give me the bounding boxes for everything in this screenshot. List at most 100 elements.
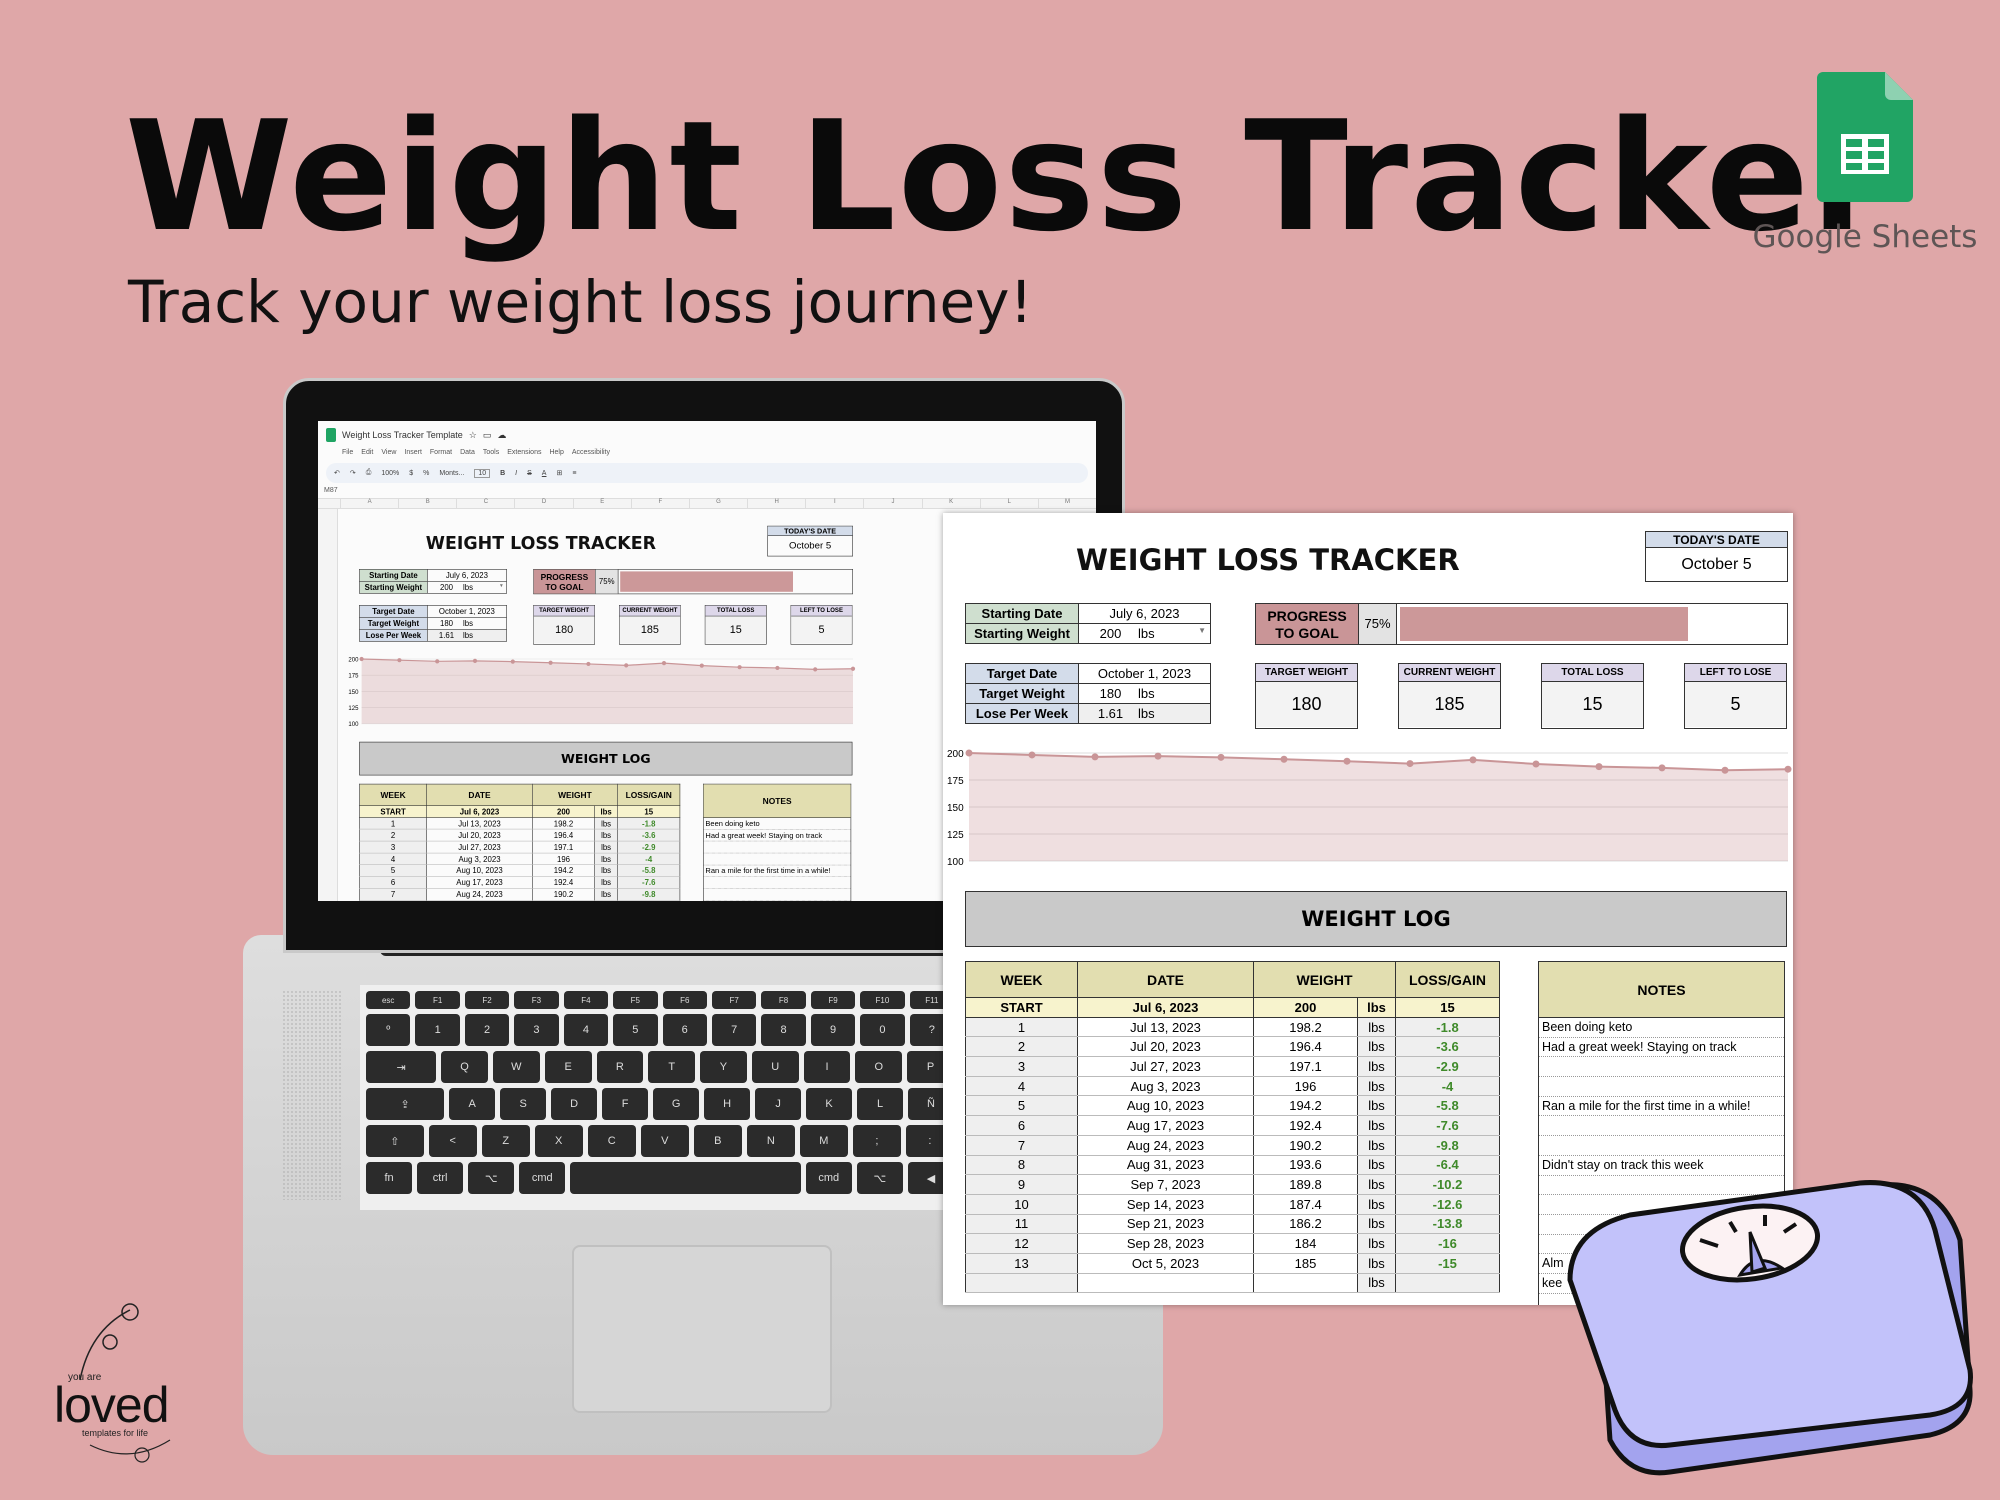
data-point[interactable] <box>359 656 364 662</box>
column-header[interactable]: B <box>398 499 456 508</box>
todays-date-value[interactable]: October 5 <box>768 536 853 556</box>
data-point[interactable] <box>586 661 591 667</box>
note-row[interactable] <box>1539 1077 1784 1097</box>
column-header[interactable]: C <box>456 499 514 508</box>
log-date[interactable]: Aug 17, 2023 <box>426 876 533 889</box>
log-weight[interactable]: 190.2 <box>1253 1135 1358 1156</box>
zoom-select[interactable]: 100% <box>381 470 399 477</box>
log-date[interactable]: Sep 7, 2023 <box>1077 1174 1254 1195</box>
data-point[interactable] <box>397 658 402 663</box>
log-date[interactable] <box>1077 1273 1254 1294</box>
log-date[interactable]: Aug 31, 2023 <box>426 900 533 901</box>
log-date[interactable]: Aug 10, 2023 <box>1077 1095 1254 1117</box>
log-date[interactable]: Sep 14, 2023 <box>1077 1194 1254 1215</box>
log-weight[interactable]: 190.2 <box>531 888 596 901</box>
log-weight[interactable]: 186.2 <box>1253 1214 1358 1235</box>
data-point[interactable] <box>510 659 515 664</box>
data-point[interactable] <box>1721 766 1729 774</box>
log-date[interactable]: Aug 17, 2023 <box>1077 1115 1254 1136</box>
log-date[interactable]: Jul 13, 2023 <box>1077 1017 1254 1038</box>
data-point[interactable] <box>624 663 629 668</box>
log-weight[interactable]: 196 <box>1253 1076 1358 1097</box>
log-date[interactable]: Sep 28, 2023 <box>1077 1233 1254 1254</box>
column-header[interactable]: F <box>630 499 689 508</box>
align-icon[interactable]: ≡ <box>572 470 576 477</box>
target-date-input[interactable]: October 1, 2023 <box>426 604 507 618</box>
log-weight[interactable]: 197.1 <box>1253 1056 1358 1077</box>
log-weight[interactable]: 192.4 <box>1253 1115 1358 1136</box>
todays-date-value[interactable]: October 5 <box>1646 548 1787 581</box>
data-point[interactable] <box>435 659 440 664</box>
folder-icon[interactable]: ▭ <box>483 430 492 441</box>
log-date[interactable]: Sep 21, 2023 <box>1077 1214 1254 1235</box>
undo-icon[interactable]: ↶ <box>334 469 340 477</box>
log-weight[interactable]: 194.2 <box>531 864 596 877</box>
target-weight-input[interactable]: 180 lbs <box>1078 683 1211 704</box>
menu-help[interactable]: Help <box>549 449 563 459</box>
data-point[interactable] <box>1532 760 1540 768</box>
data-point[interactable] <box>699 663 704 668</box>
text-color-icon[interactable]: A <box>542 470 547 477</box>
log-weight[interactable]: 196.4 <box>531 829 596 842</box>
menu-extensions[interactable]: Extensions <box>507 449 541 459</box>
column-header[interactable]: H <box>747 499 805 508</box>
log-weight[interactable]: 197.1 <box>531 841 596 854</box>
note-row[interactable]: Been doing keto <box>1539 1018 1784 1038</box>
log-weight[interactable]: 189.8 <box>1253 1174 1358 1195</box>
note-row[interactable] <box>1539 1116 1784 1137</box>
data-point[interactable] <box>1343 757 1351 765</box>
log-weight[interactable] <box>1253 1273 1358 1294</box>
data-point[interactable] <box>737 665 742 670</box>
log-weight[interactable]: 193.6 <box>1253 1155 1358 1176</box>
log-weight[interactable]: 192.4 <box>531 876 596 889</box>
data-point[interactable] <box>1154 752 1162 760</box>
log-weight[interactable]: 198.2 <box>1253 1017 1358 1038</box>
menu-file[interactable]: File <box>342 449 353 459</box>
starting-date-input[interactable]: July 6, 2023 <box>426 568 507 582</box>
percent-icon[interactable]: % <box>423 470 429 477</box>
cloud-icon[interactable]: ☁ <box>497 430 506 441</box>
log-weight[interactable]: 185 <box>1253 1253 1358 1274</box>
doc-title[interactable]: Weight Loss Tracker Template <box>342 430 463 440</box>
log-weight[interactable]: 196.4 <box>1253 1036 1358 1058</box>
redo-icon[interactable]: ↷ <box>350 469 356 477</box>
strikethrough-icon[interactable]: S <box>527 470 532 477</box>
menu-tools[interactable]: Tools <box>483 449 499 459</box>
column-header[interactable]: D <box>514 499 572 508</box>
starting-weight-input[interactable]: 200 lbs ▼ <box>1078 623 1211 644</box>
log-weight[interactable]: 194.2 <box>1253 1095 1358 1117</box>
print-icon[interactable]: ⎙ <box>366 469 372 477</box>
column-header[interactable]: A <box>340 499 398 508</box>
log-date[interactable]: Jul 20, 2023 <box>426 829 533 842</box>
log-date[interactable]: Jul 27, 2023 <box>1077 1056 1254 1077</box>
note-row[interactable] <box>703 889 851 901</box>
menu-view[interactable]: View <box>381 449 396 459</box>
column-header[interactable]: I <box>805 499 863 508</box>
data-point[interactable] <box>1280 755 1288 763</box>
column-header[interactable]: G <box>688 499 747 508</box>
data-point[interactable] <box>1469 756 1477 764</box>
font-size-input[interactable]: 10 <box>474 468 491 478</box>
menu-insert[interactable]: Insert <box>404 449 422 459</box>
column-header[interactable]: L <box>979 499 1038 508</box>
data-point[interactable] <box>775 665 780 671</box>
data-point[interactable] <box>1028 751 1036 759</box>
log-date[interactable]: Aug 3, 2023 <box>426 852 533 866</box>
column-header[interactable]: J <box>863 499 921 508</box>
data-point[interactable] <box>1406 760 1414 768</box>
data-point[interactable] <box>472 658 478 663</box>
data-point[interactable] <box>1091 753 1099 761</box>
note-row[interactable] <box>1539 1136 1784 1156</box>
data-point[interactable] <box>548 660 553 665</box>
menu-data[interactable]: Data <box>460 449 475 459</box>
note-row[interactable]: Ran a mile for the first time in a while… <box>1539 1097 1784 1117</box>
note-row[interactable] <box>703 853 851 866</box>
borders-icon[interactable]: ⊞ <box>556 469 562 477</box>
font-select[interactable]: Monts... <box>439 470 464 477</box>
menu-accessibility[interactable]: Accessibility <box>572 449 610 459</box>
note-row[interactable] <box>1539 1057 1784 1078</box>
log-weight[interactable]: 187.4 <box>1253 1194 1358 1215</box>
log-weight[interactable]: 193.6 <box>531 900 596 901</box>
column-header[interactable]: M <box>1037 499 1096 508</box>
log-weight[interactable]: 198.2 <box>531 817 596 830</box>
